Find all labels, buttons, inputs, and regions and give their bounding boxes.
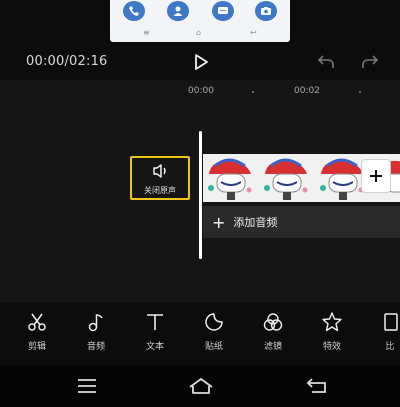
add-audio-label: 添加音频: [233, 216, 278, 229]
music-note-icon: [88, 314, 103, 332]
tool-label: 特效: [322, 342, 341, 352]
contacts-icon: [167, 1, 189, 21]
tool-ratio[interactable]: 比: [368, 311, 400, 355]
text-icon: [147, 314, 163, 330]
home-icon: [189, 378, 213, 394]
tool-effects[interactable]: 特效: [310, 311, 354, 355]
tool-audio[interactable]: 音频: [74, 311, 118, 355]
ruler-dot: [359, 91, 361, 93]
clip-thumbnail: [259, 154, 315, 202]
sticker-icon: [205, 313, 223, 331]
effects-icon: [322, 312, 342, 332]
undo-button[interactable]: [316, 53, 336, 71]
undo-icon: [317, 55, 334, 68]
ruler-mark: 00:00: [188, 86, 214, 96]
menu-icon: [78, 379, 96, 393]
time-readout: 00:00/02:16: [26, 54, 108, 69]
plus-icon: +: [212, 212, 226, 232]
ruler-mark: 00:02: [294, 86, 320, 96]
video-preview[interactable]: ≡ ⌂ ↩: [110, 0, 290, 42]
add-audio-button[interactable]: + 添加音频: [203, 206, 400, 238]
tool-label: 贴纸: [204, 342, 223, 352]
tool-sticker[interactable]: 贴纸: [192, 311, 236, 355]
tool-edit[interactable]: 剪辑: [15, 311, 59, 355]
preview-home-icon: ⌂: [196, 28, 202, 37]
tool-filter[interactable]: 滤镜: [251, 311, 295, 355]
ratio-icon: [384, 313, 398, 331]
tool-text[interactable]: 文本: [133, 311, 177, 355]
ruler-dot: [252, 91, 254, 93]
redo-button[interactable]: [360, 53, 380, 71]
tool-label: 文本: [145, 342, 164, 352]
tool-label: 比: [385, 342, 395, 352]
playhead[interactable]: [199, 131, 202, 259]
scissors-icon: [28, 313, 46, 331]
tool-label: 剪辑: [27, 342, 46, 352]
menu-button[interactable]: [74, 375, 100, 397]
phone-call-icon: [123, 1, 145, 21]
plus-icon: [370, 170, 382, 182]
preview-back-icon: ↩: [250, 28, 257, 37]
camera-icon: [255, 1, 277, 21]
add-clip-button[interactable]: [362, 160, 390, 192]
play-icon: [195, 54, 208, 70]
back-button[interactable]: [304, 375, 330, 397]
mute-original-audio-button[interactable]: 关闭原声: [130, 156, 190, 200]
back-icon: [306, 378, 326, 393]
speaker-icon: [153, 164, 166, 178]
tool-label: 滤镜: [263, 342, 282, 352]
home-button[interactable]: [188, 375, 214, 397]
preview-menu-icon: ≡: [143, 28, 150, 37]
redo-icon: [362, 55, 379, 68]
filter-icon: [263, 313, 283, 331]
tool-label: 音频: [86, 342, 105, 352]
play-button[interactable]: [190, 52, 212, 72]
clip-thumbnail: [203, 154, 259, 202]
mute-original-audio-label: 关闭原声: [144, 186, 176, 195]
messages-icon: [212, 1, 234, 21]
